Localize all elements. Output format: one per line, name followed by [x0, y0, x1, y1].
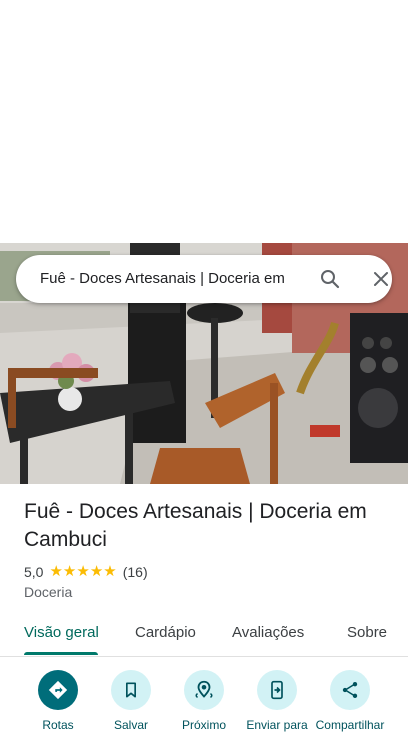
search-bar[interactable]: Fuê - Doces Artesanais | Doceria em — [16, 255, 392, 303]
directions-button[interactable]: Rotas — [23, 668, 93, 732]
star-icon: ★ — [103, 563, 117, 580]
save-label: Salvar — [113, 718, 148, 732]
tab-about[interactable]: Sobre — [347, 612, 387, 654]
bookmark-icon — [126, 682, 136, 698]
star-rating: ★ ★ ★ ★ ★ — [49, 562, 116, 582]
nearby-button[interactable]: Próximo — [169, 668, 239, 732]
nearby-icon — [195, 680, 213, 698]
send-to-phone-icon — [271, 680, 283, 700]
search-icon[interactable] — [318, 267, 342, 291]
close-icon[interactable] — [369, 267, 393, 291]
review-count[interactable]: (16) — [123, 564, 148, 580]
send-to-phone-label: Enviar para — [246, 718, 308, 732]
share-label: Compartilhar — [315, 718, 385, 732]
rating-row[interactable]: 5,0 ★ ★ ★ ★ ★ (16) — [24, 562, 148, 582]
directions-icon — [48, 680, 68, 700]
nearby-label: Próximo — [181, 718, 226, 732]
map-area — [0, 0, 408, 243]
star-icon: ★ — [62, 563, 77, 580]
tab-reviews[interactable]: Avaliações — [232, 612, 304, 654]
star-icon: ★ — [76, 563, 90, 580]
share-icon — [342, 682, 358, 698]
tab-overview[interactable]: Visão geral — [24, 612, 99, 654]
share-button[interactable]: Compartilhar — [315, 668, 385, 732]
rating-value: 5,0 — [24, 564, 44, 580]
tab-bar: Visão geral Cardápio Avaliações Sobre — [0, 612, 408, 657]
send-to-phone-button[interactable]: Enviar para — [242, 668, 312, 732]
save-button[interactable]: Salvar — [96, 668, 166, 732]
search-input[interactable]: Fuê - Doces Artesanais | Doceria em — [40, 255, 304, 303]
active-tab-indicator — [24, 652, 98, 655]
directions-label: Rotas — [42, 718, 74, 732]
star-icon: ★ — [89, 563, 104, 580]
place-title: Fuê - Doces Artesanais | Doceria em Camb… — [24, 500, 367, 551]
star-icon: ★ — [49, 563, 63, 580]
place-category: Doceria — [24, 584, 73, 600]
tab-menu[interactable]: Cardápio — [135, 612, 196, 654]
